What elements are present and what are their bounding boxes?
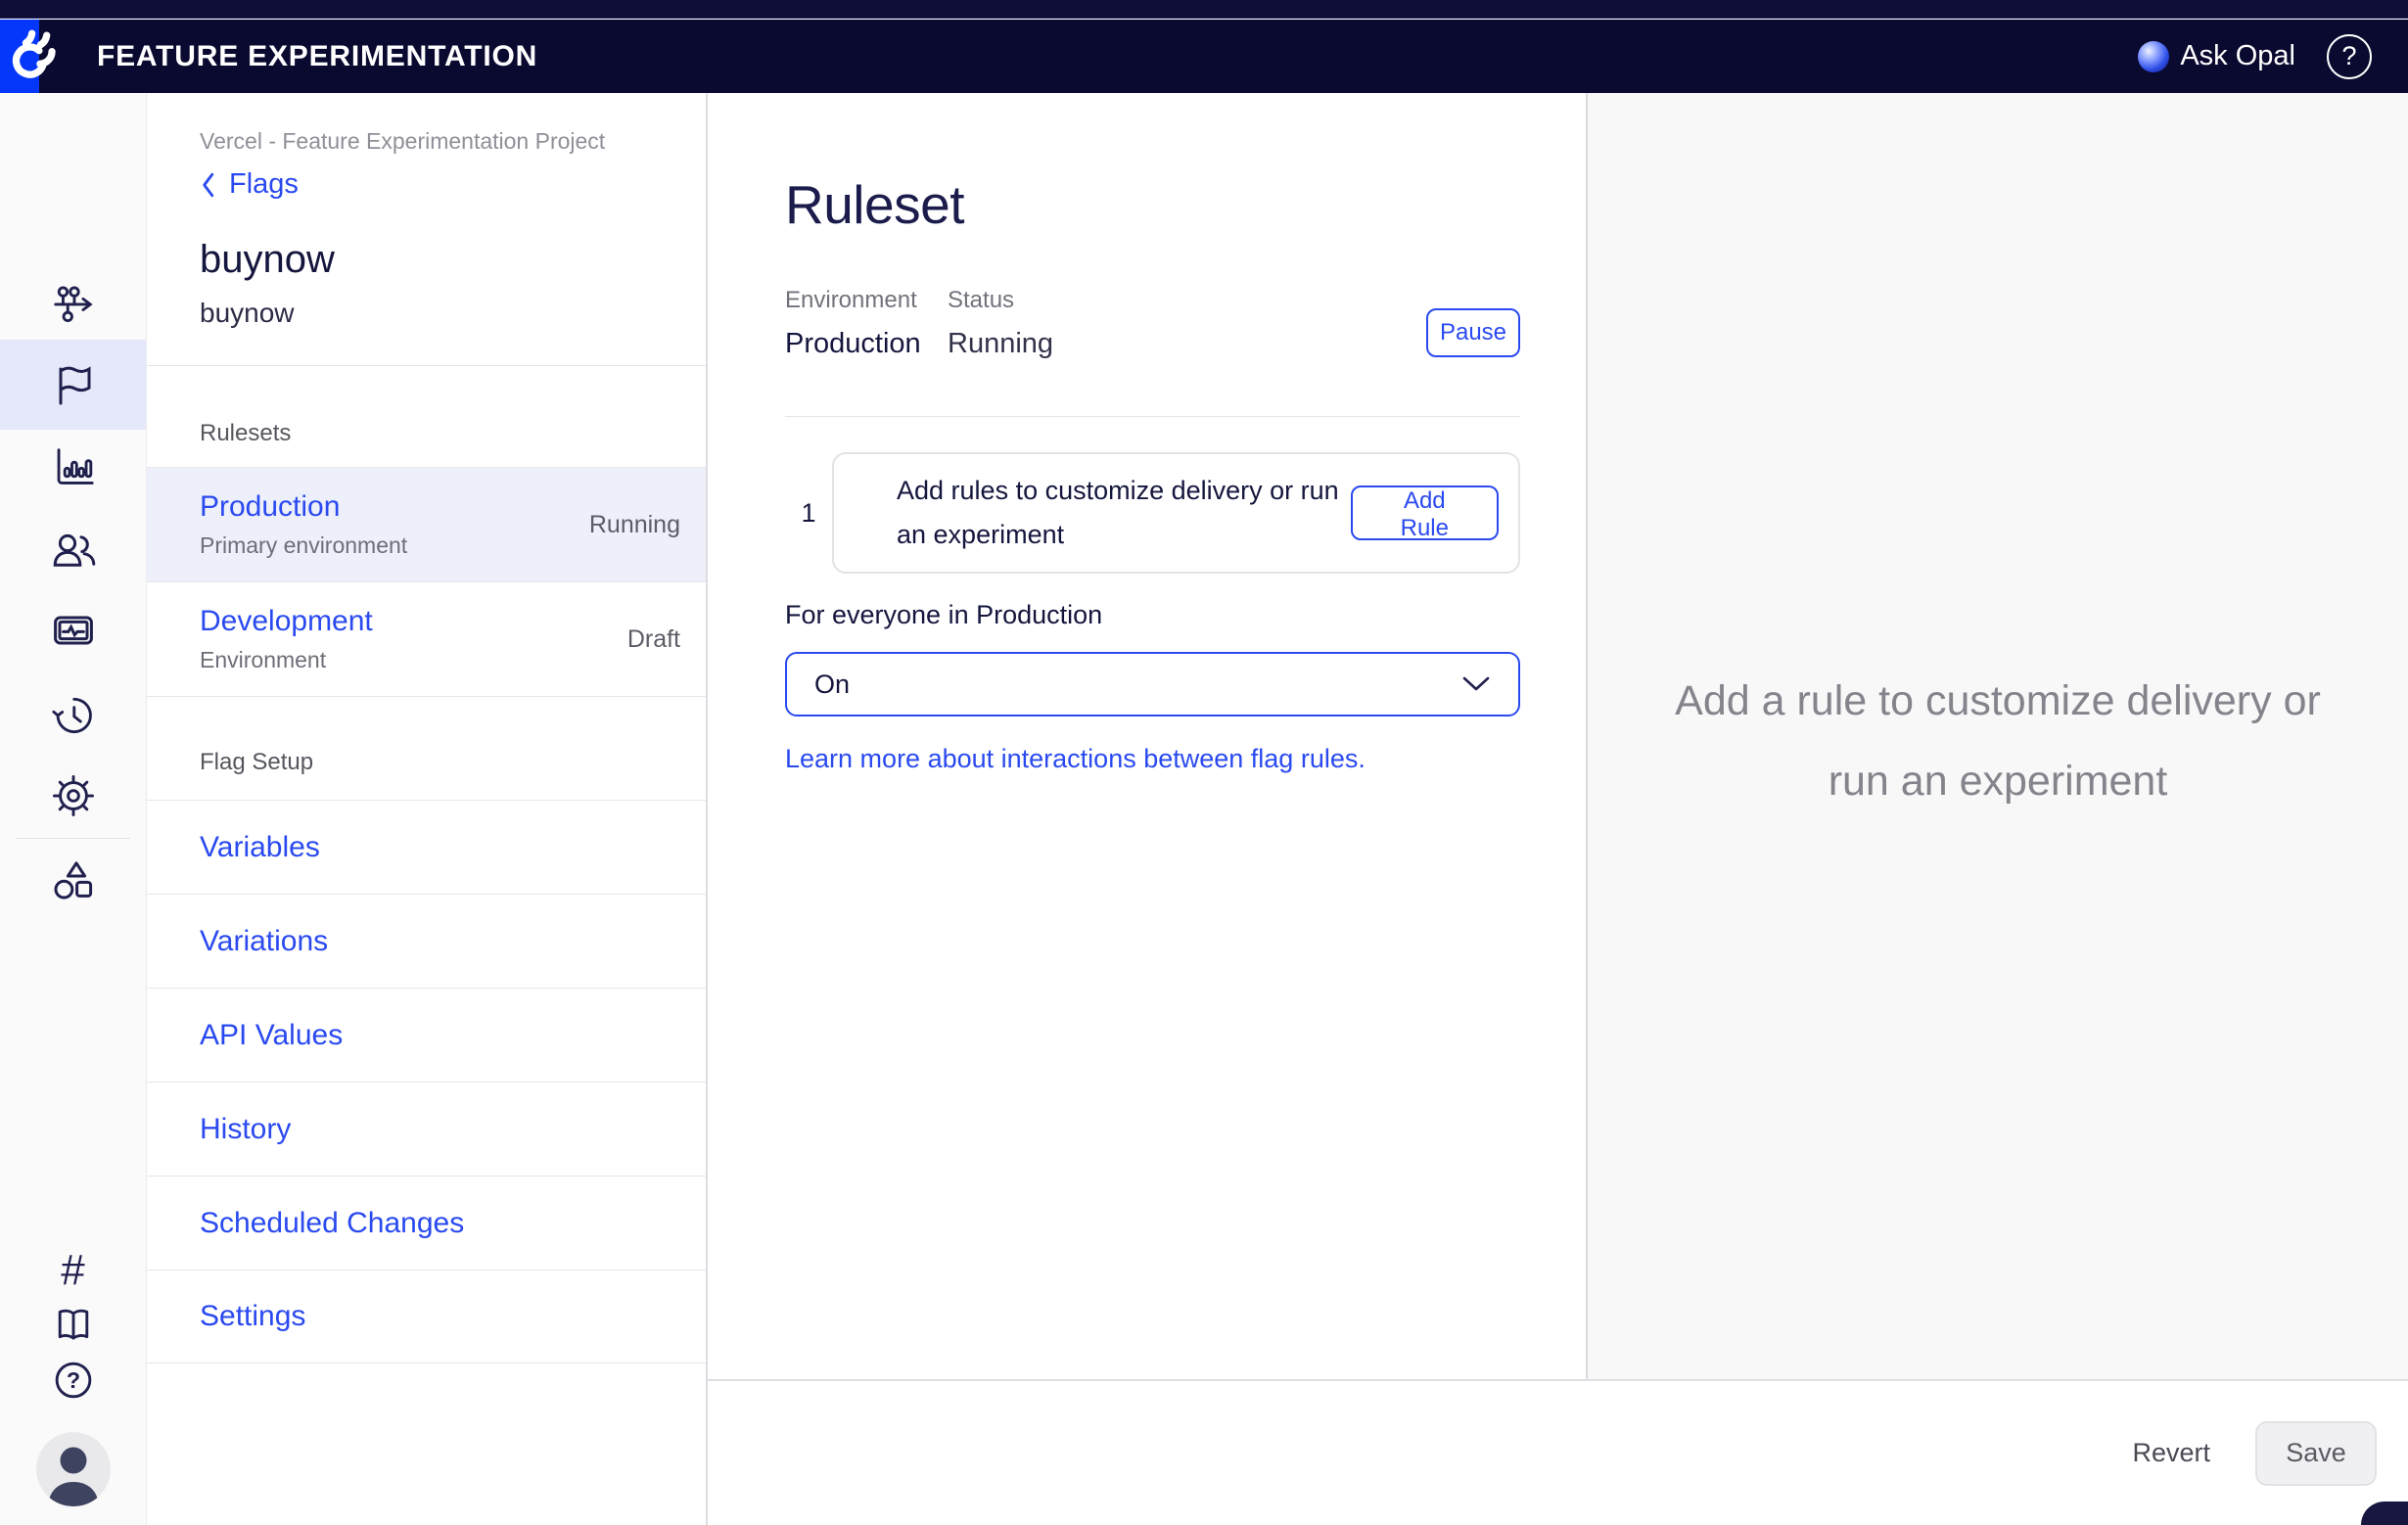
environment-value: Production [785,328,921,359]
rail-item-reports[interactable] [0,425,146,507]
revert-button[interactable]: Revert [2132,1438,2210,1468]
flag-name: buynow [200,238,676,282]
ruleset-row-development[interactable]: Development Environment Draft [147,581,706,696]
svg-text:?: ? [66,1367,79,1393]
audiences-people-icon [50,527,97,574]
rail-item-settings[interactable] [0,755,146,837]
flag-icon [50,361,97,408]
flag-header-block: Vercel - Feature Experimentation Project… [147,93,706,366]
rail-item-help[interactable]: ? [0,1339,146,1421]
divider [785,416,1520,417]
ruleset-status-badge: Running [589,511,680,539]
chevron-left-icon [200,171,217,199]
opal-sphere-icon [2138,41,2169,72]
icon-rail: # ? [0,93,147,1525]
rail-item-audiences[interactable] [0,509,146,591]
environment-label: Environment [785,287,917,313]
app-window: FEATURE EXPERIMENTATION Ask Opal ? [0,0,2408,1525]
settings-gear-icon [51,773,96,818]
save-bar: Revert Save [708,1379,2408,1525]
events-monitor-icon [50,608,97,655]
components-shapes-icon [50,856,97,903]
ask-opal-label: Ask Opal [2180,40,2295,72]
ruleset-name[interactable]: Production [200,490,407,524]
rail-item-idea-pipeline[interactable] [0,262,146,345]
status-label: Status [948,287,1014,314]
reports-bar-chart-icon [51,443,96,488]
rule-index: 1 [785,498,832,529]
rule-detail-panel: Add a rule to customize delivery or run … [1586,93,2408,1379]
help-button[interactable]: ? [2327,34,2372,79]
rule-card-message: Add rules to customize delivery or run a… [897,469,1351,557]
ruleset-status-badge: Draft [627,625,680,654]
flag-sidebar: Vercel - Feature Experimentation Project… [147,93,708,1525]
ruleset-row-production[interactable]: Production Primary environment Running [147,467,706,581]
optimizely-logo-icon [8,24,69,87]
browser-chrome-strip [0,0,2408,19]
avatar-silhouette-icon [36,1432,111,1506]
empty-rule-card: Add rules to customize delivery or run a… [832,452,1520,574]
header-actions: Ask Opal ? [2138,34,2408,79]
flag-setup-section-label: Flag Setup [147,696,706,800]
ruleset-description: Environment [200,647,373,673]
flag-state-dropdown[interactable]: On [785,652,1520,716]
question-mark-icon: ? [2341,41,2356,71]
sidebar-item-scheduled-changes[interactable]: Scheduled Changes [147,1176,706,1270]
rulesets-section-label: Rulesets [147,366,706,467]
learn-more-link[interactable]: Learn more about interactions between fl… [785,744,1366,774]
ruleset-name[interactable]: Development [200,605,373,638]
save-button[interactable]: Save [2255,1421,2377,1486]
rail-item-events[interactable] [0,590,146,672]
sidebar-item-api-values[interactable]: API Values [147,988,706,1082]
sidebar-item-history[interactable]: History [147,1082,706,1176]
app-header: FEATURE EXPERIMENTATION Ask Opal ? [0,20,2408,93]
ask-opal-button[interactable]: Ask Opal [2138,40,2295,72]
dropdown-selected-value: On [814,670,850,700]
empty-state-message: Add a rule to customize delivery or run … [1588,661,2408,821]
ruleset-panel: Ruleset Environment Status Production Ru… [708,93,1586,1379]
add-rule-button[interactable]: Add Rule [1351,485,1499,540]
sidebar-item-variables[interactable]: Variables [147,800,706,894]
help-question-icon: ? [51,1358,96,1403]
flag-key: buynow [200,298,676,329]
idea-pipeline-icon [51,281,96,326]
chevron-down-icon [1461,675,1491,693]
ruleset-description: Primary environment [200,532,407,559]
status-value: Running [948,328,1053,360]
audience-line: For everyone in Production [785,600,1102,630]
back-link-label: Flags [229,168,299,201]
rail-item-flags[interactable] [0,340,146,430]
app-title: FEATURE EXPERIMENTATION [97,40,537,73]
sidebar-item-variations[interactable]: Variations [147,894,706,988]
rail-item-components[interactable] [0,839,146,921]
sidebar-item-settings[interactable]: Settings [147,1270,706,1363]
rule-slot-row: 1 Add rules to customize delivery or run… [785,452,1520,574]
pause-button[interactable]: Pause [1426,308,1520,357]
user-avatar[interactable] [36,1432,111,1506]
back-to-flags-link[interactable]: Flags [200,168,299,201]
history-clock-icon [51,692,96,737]
rail-item-history[interactable] [0,673,146,756]
page-title: Ruleset [785,173,964,236]
project-label: Vercel - Feature Experimentation Project [200,128,676,155]
